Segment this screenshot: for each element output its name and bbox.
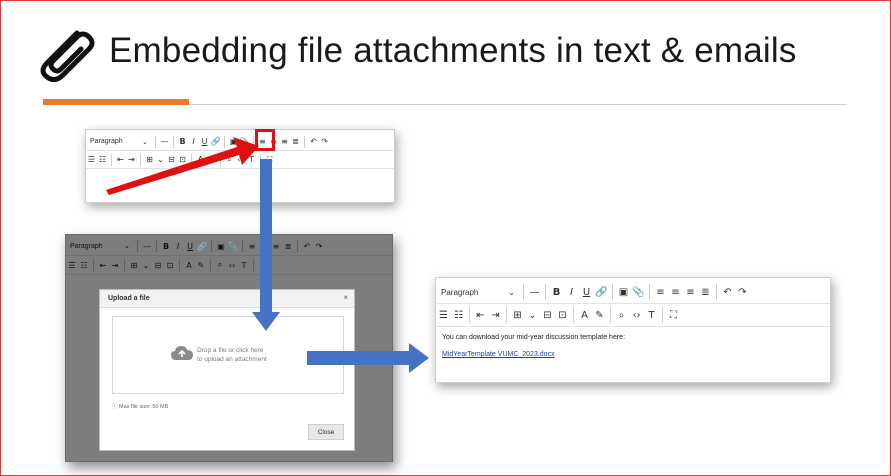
- arrows-overlay: [106, 137, 429, 373]
- red-arrow: [106, 137, 259, 195]
- blue-arrow-right: [307, 343, 429, 373]
- slide: Embedding file attachments in text & ema…: [0, 0, 891, 476]
- blue-arrow-down: [252, 159, 280, 331]
